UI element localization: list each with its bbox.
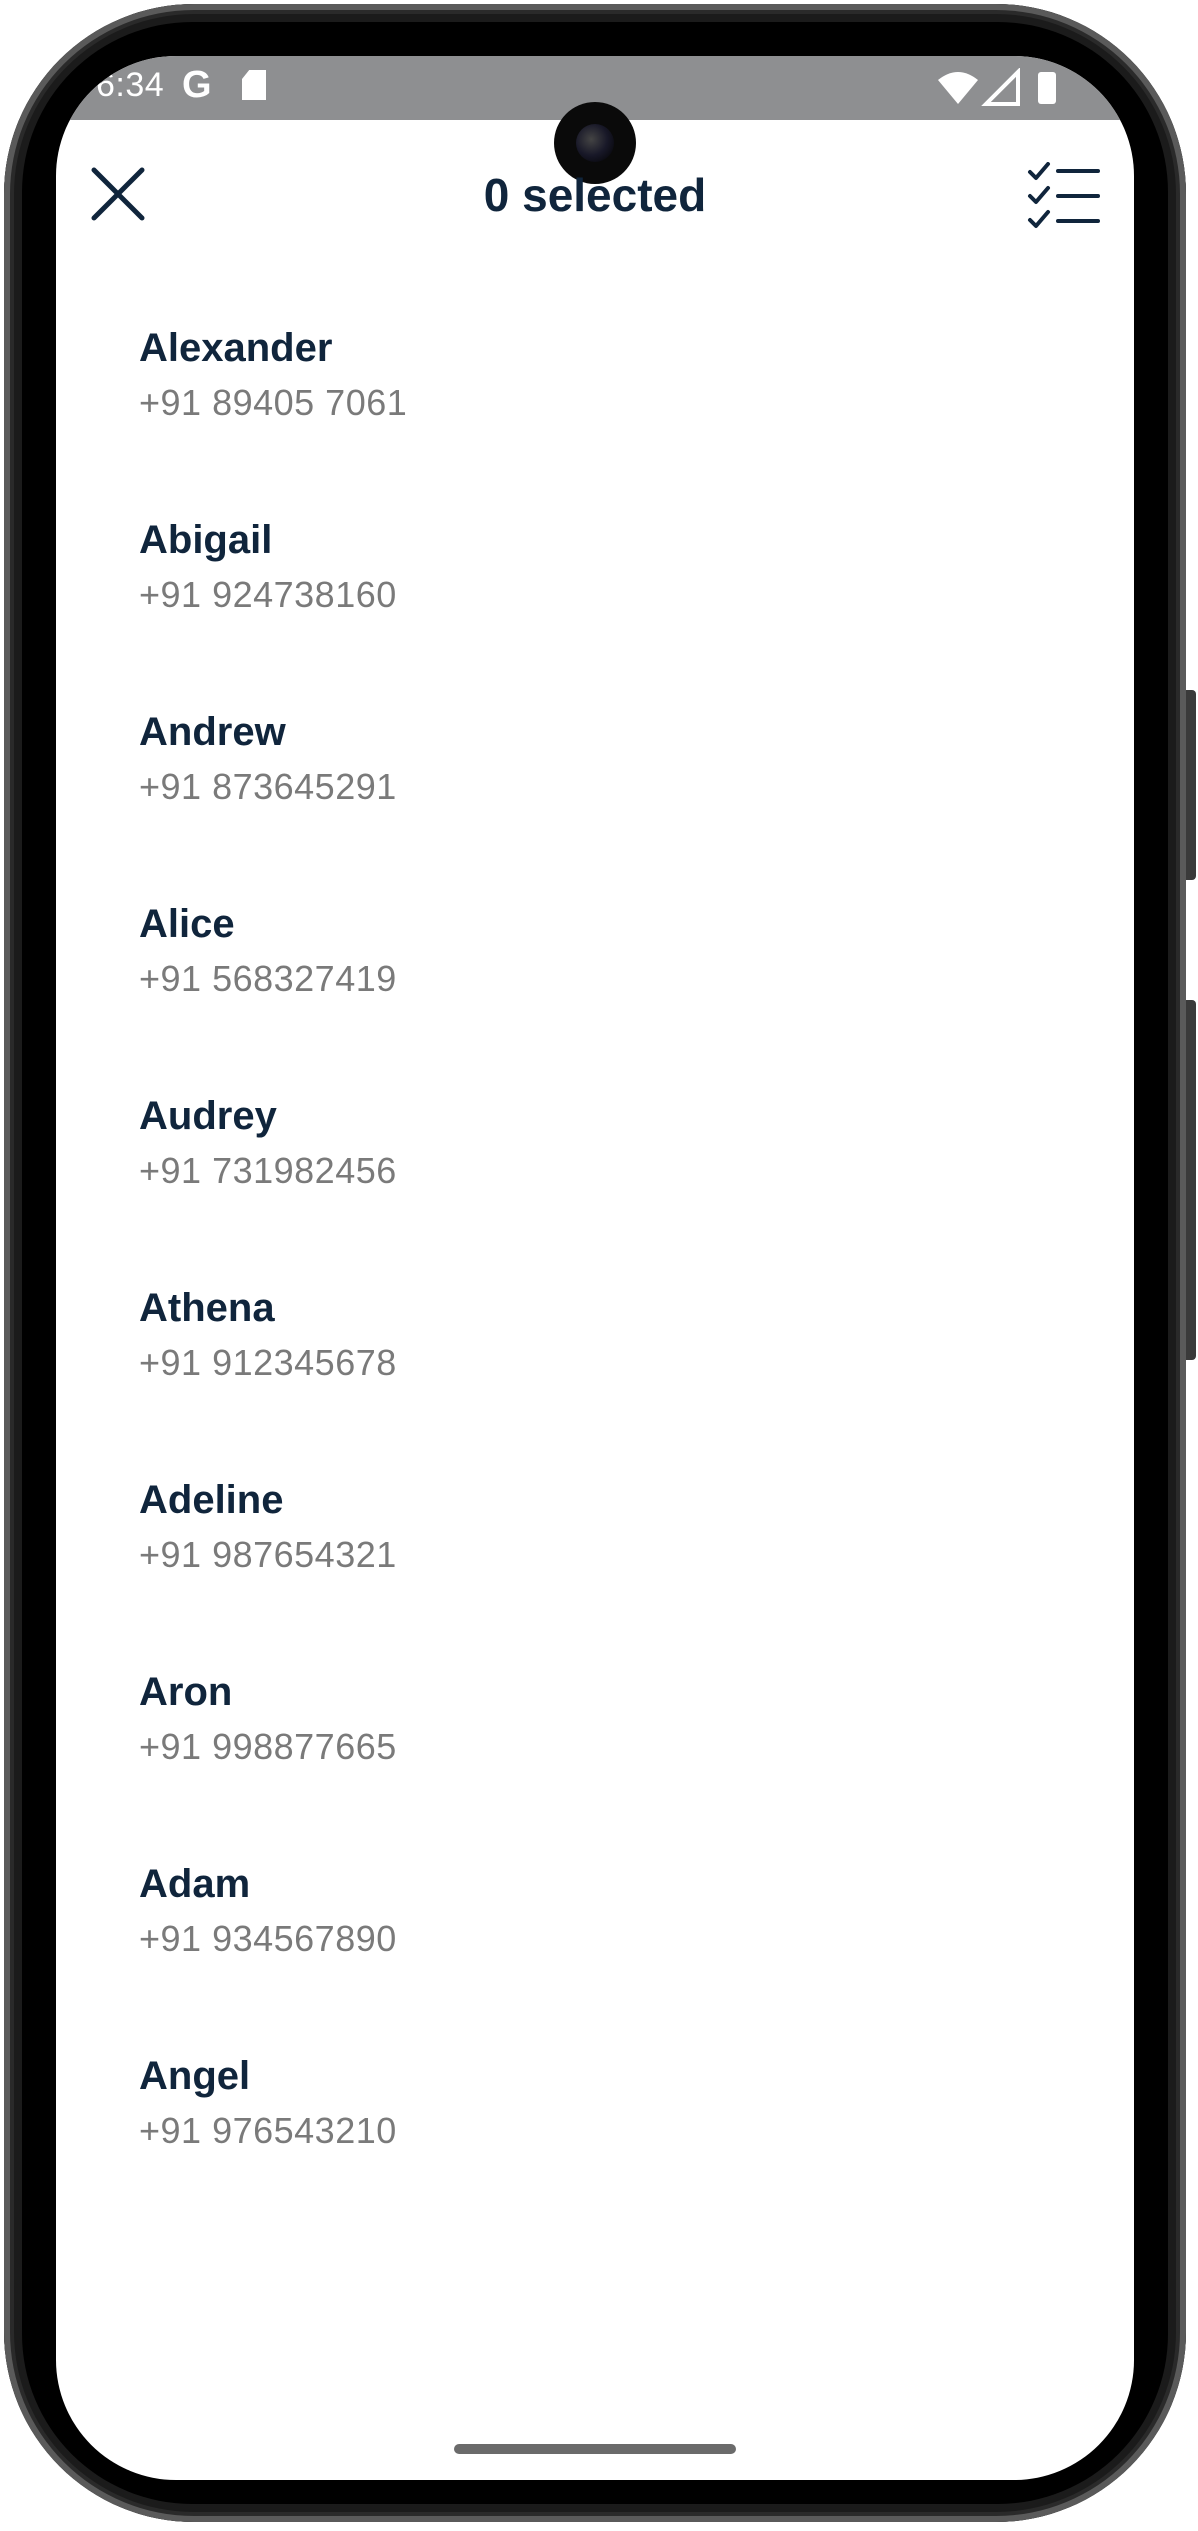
- status-icons: [938, 68, 1056, 106]
- contact-name: Abigail: [139, 518, 273, 562]
- volume-button: [1186, 690, 1196, 880]
- contact-phone: +91 731982456: [139, 1150, 397, 1191]
- page-title: 0 selected: [483, 169, 707, 221]
- home-indicator[interactable]: [454, 2444, 736, 2454]
- contact-name: Alexander: [139, 326, 333, 370]
- contact-name: Adeline: [139, 1478, 284, 1522]
- battery-icon: [1038, 72, 1056, 104]
- contact-item[interactable]: Alice +91 568327419: [56, 892, 1134, 1084]
- contact-item[interactable]: Adam +91 934567890: [56, 1852, 1134, 2044]
- contact-phone: +91 568327419: [139, 958, 397, 999]
- contact-name: Audrey: [139, 1094, 277, 1138]
- select-all-button[interactable]: [1026, 162, 1102, 232]
- screen: 6:34 G 0 selected Alexander +91 89405 70…: [56, 56, 1134, 2480]
- contact-item[interactable]: Aron +91 998877665: [56, 1660, 1134, 1852]
- wifi-icon: [938, 72, 978, 104]
- power-button: [1186, 1000, 1196, 1360]
- status-time: 6:34: [96, 66, 165, 104]
- contact-name: Athena: [139, 1286, 275, 1330]
- contact-item[interactable]: Andrew +91 873645291: [56, 700, 1134, 892]
- contact-phone: +91 998877665: [139, 1726, 397, 1767]
- contact-phone: +91 873645291: [139, 766, 397, 807]
- google-icon: G: [182, 64, 212, 106]
- contact-phone: +91 912345678: [139, 1342, 397, 1383]
- sd-card-icon: [242, 70, 266, 100]
- contact-item[interactable]: Alexander +91 89405 7061: [56, 316, 1134, 508]
- contact-phone: +91 89405 7061: [139, 382, 408, 423]
- app-bar: 0 selected: [56, 120, 1134, 260]
- contact-phone: +91 976543210: [139, 2110, 397, 2151]
- contact-name: Aron: [139, 1670, 233, 1714]
- contact-item[interactable]: Abigail +91 924738160: [56, 508, 1134, 700]
- contact-name: Adam: [139, 1862, 251, 1906]
- contact-phone: +91 987654321: [139, 1534, 397, 1575]
- contact-phone: +91 924738160: [139, 574, 397, 615]
- contact-item[interactable]: Audrey +91 731982456: [56, 1084, 1134, 1276]
- contact-name: Angel: [139, 2054, 251, 2098]
- contact-name: Alice: [139, 902, 235, 946]
- signal-icon: [981, 68, 1020, 106]
- contact-phone: +91 934567890: [139, 1918, 397, 1959]
- contact-item[interactable]: Angel +91 976543210: [56, 2044, 1134, 2236]
- contact-item[interactable]: Adeline +91 987654321: [56, 1468, 1134, 1660]
- contact-item[interactable]: Athena +91 912345678: [56, 1276, 1134, 1468]
- device: 6:34 G 0 selected Alexander +91 89405 70…: [0, 0, 1198, 2531]
- checklist-icon: [1028, 162, 1100, 228]
- contact-name: Andrew: [139, 710, 286, 754]
